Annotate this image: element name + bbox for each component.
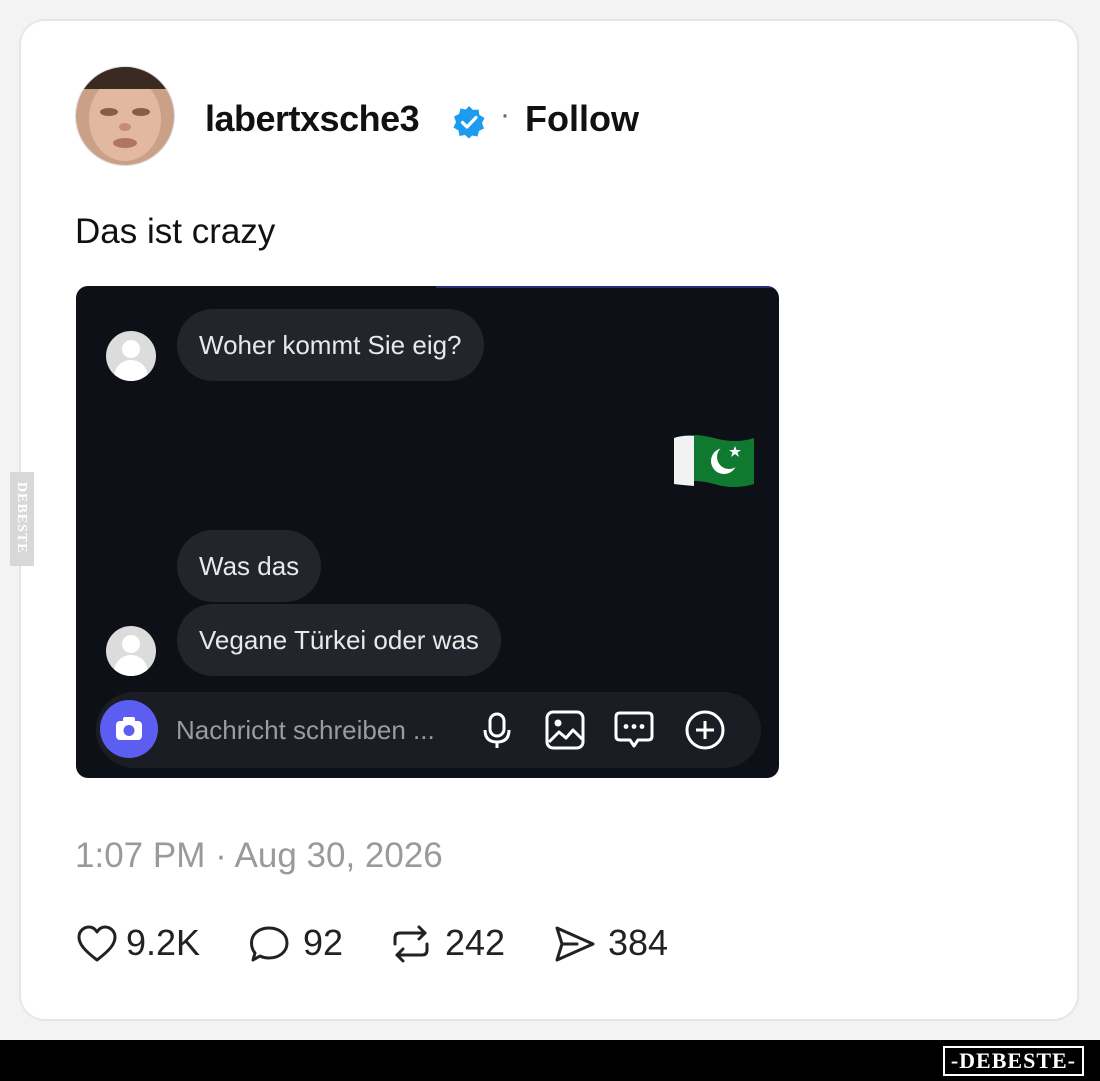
camera-button[interactable] (100, 700, 158, 758)
reply-button[interactable]: 92 (249, 920, 359, 966)
send-icon (555, 926, 595, 962)
heart-icon (77, 925, 117, 962)
chat-bubble: Was das (177, 530, 322, 602)
side-watermark-text: DEBESTE (14, 482, 29, 554)
chat-avatar (106, 331, 156, 381)
debeste-logo: -DEBESTE- (942, 1046, 1084, 1076)
chat-avatar (106, 626, 156, 676)
header-separator: · (500, 98, 510, 131)
profile-avatar[interactable] (75, 66, 175, 166)
post-text: Das ist crazy (75, 212, 276, 251)
like-count: 9.2K (126, 922, 201, 963)
plus-circle-icon[interactable] (683, 708, 727, 752)
follow-button[interactable]: Follow (525, 98, 639, 140)
post-timestamp: 1:07 PM · Aug 30, 2026 (75, 836, 443, 875)
repost-icon (393, 925, 429, 963)
username[interactable]: labertxsche3 (205, 98, 420, 140)
chat-bubble: Woher kommt Sie eig? (177, 309, 484, 381)
like-button[interactable]: 9.2K (76, 920, 216, 966)
message-input[interactable]: Nachricht schreiben ... (176, 712, 466, 748)
repost-button[interactable]: 242 (389, 920, 519, 966)
reply-count: 92 (303, 922, 344, 963)
repost-count: 242 (445, 922, 506, 963)
bottom-watermark-bar: -DEBESTE- (0, 1040, 1100, 1081)
share-button[interactable]: 384 (553, 920, 683, 966)
verified-badge-icon (453, 106, 485, 139)
share-count: 384 (608, 922, 669, 963)
chat-bubble-icon[interactable] (612, 708, 656, 752)
screenshot-top-line (436, 286, 779, 288)
pakistan-flag-icon (674, 435, 754, 487)
camera-icon (116, 717, 142, 740)
side-watermark: DEBESTE (10, 472, 34, 566)
gallery-icon[interactable] (543, 708, 587, 752)
reply-icon (250, 926, 289, 962)
chat-screenshot: Woher kommt Sie eig? Was das Vegane Türk… (76, 286, 779, 778)
chat-bubble: Vegane Türkei oder was (177, 604, 501, 676)
message-composer: Nachricht schreiben ... (96, 692, 761, 768)
microphone-icon[interactable] (475, 708, 519, 752)
